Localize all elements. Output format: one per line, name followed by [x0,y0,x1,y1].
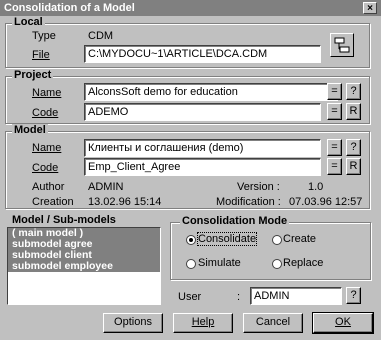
consolidation-mode-title: Consolidation Mode [180,215,290,227]
file-label: File [32,49,50,61]
user-help-button[interactable]: ? [346,287,361,304]
close-button[interactable]: × [363,2,377,14]
model-code-label: Code [32,162,59,174]
model-name-equal-button[interactable]: = [327,139,342,156]
version-value: 1.0 [308,181,324,193]
modification-label: Modification : [216,196,281,208]
user-field[interactable]: ADMIN [250,287,342,305]
model-code-equal-button[interactable]: = [327,158,342,175]
model-code-field[interactable]: Emp_Client_Agree [84,158,321,176]
model-help-button[interactable]: ? [346,139,361,156]
file-path-field[interactable]: C:\MYDOCU~1\ARTICLE\DCA.CDM [84,45,321,63]
user-colon: : [237,291,241,303]
project-help-button[interactable]: ? [346,83,361,100]
model-name-label: Name [32,142,62,154]
creation-label: Creation [32,196,74,208]
consolidate-radio[interactable] [186,235,196,245]
modification-value: 07.03.96 12:57 [289,196,363,208]
author-value: ADMIN [88,181,124,193]
window-title: Consolidation of a Model [4,2,135,14]
type-label: Type [32,30,56,42]
project-code-label: Code [32,107,59,119]
submodels-title: Model / Sub-models [12,214,116,226]
simulate-radio-label[interactable]: Simulate [198,257,241,269]
project-name-label: Name [32,87,62,99]
consolidation-mode-group [170,222,371,280]
model-name-field[interactable]: Клиенты и соглашения (demo) [84,139,321,157]
user-label: User [178,291,202,303]
project-code-field[interactable]: ADEMO [84,103,321,121]
replace-radio[interactable] [272,259,282,269]
local-group-title: Local [12,16,45,28]
cancel-button[interactable]: Cancel [243,313,303,333]
create-radio-label[interactable]: Create [283,233,316,245]
browse-model-button[interactable] [330,33,354,57]
project-code-r-button[interactable]: R [346,103,361,120]
type-value: CDM [88,30,114,42]
model-code-r-button[interactable]: R [346,158,361,175]
simulate-radio[interactable] [186,259,196,269]
model-browse-icon [334,37,350,53]
ok-button[interactable]: OK [312,312,374,334]
replace-radio-label[interactable]: Replace [283,257,323,269]
creation-value: 13.02.96 15:14 [88,196,162,208]
model-group-title: Model [12,124,48,136]
author-label: Author [32,181,65,193]
project-group-title: Project [12,69,54,81]
title-bar[interactable]: Consolidation of a Model × [0,0,381,16]
version-label: Version : [237,181,280,193]
options-button[interactable]: Options [103,313,163,333]
create-radio[interactable] [272,235,282,245]
help-button[interactable]: Help [173,313,233,333]
project-name-equal-button[interactable]: = [327,83,342,100]
project-name-field[interactable]: AlconsSoft demo for education [84,83,338,101]
submodel-item[interactable]: submodel employee [8,261,160,272]
submodels-list[interactable]: ( main model ) submodel agree submodel c… [7,227,161,305]
project-code-equal-button[interactable]: = [327,103,342,120]
consolidate-radio-label[interactable]: Consolidate [196,232,258,246]
